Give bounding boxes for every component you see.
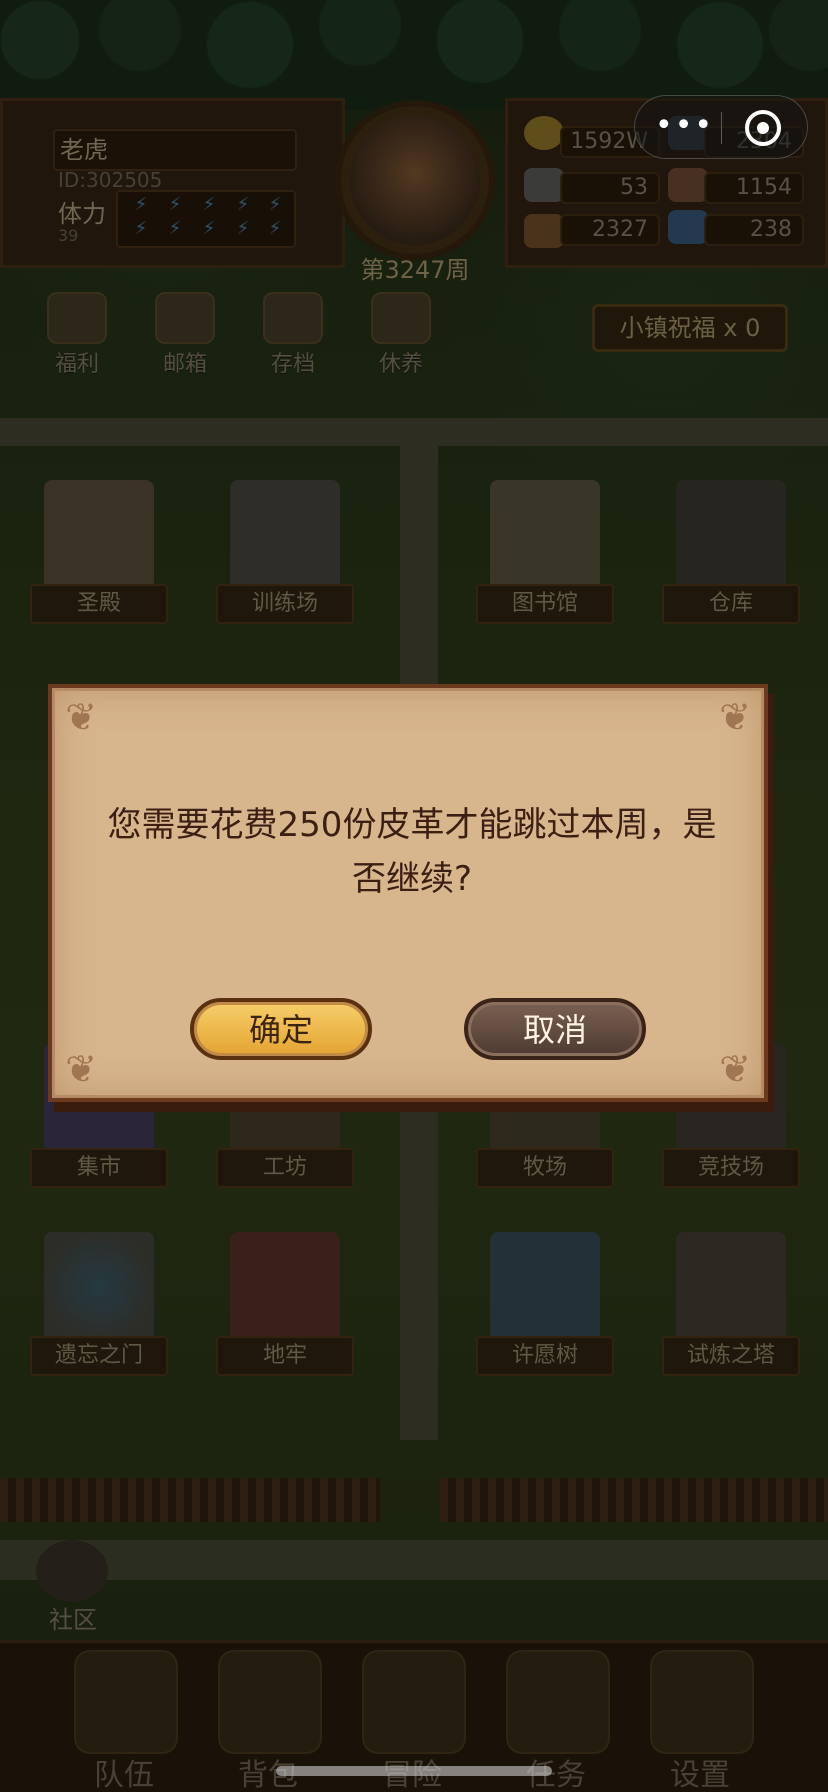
more-icon[interactable]: •••: [655, 110, 712, 146]
skip-week-dialog: ❦ ❦ ❦ ❦ 您需要花费250份皮革才能跳过本周，是否继续? 确定 取消: [48, 684, 768, 1102]
mini-program-capsule: •••: [634, 95, 808, 159]
corner-ornament-icon: ❦: [719, 1047, 751, 1091]
corner-ornament-icon: ❦: [65, 1047, 97, 1091]
corner-ornament-icon: ❦: [719, 695, 751, 739]
dialog-message: 您需要花费250份皮革才能跳过本周，是否继续?: [107, 805, 717, 899]
home-indicator[interactable]: [276, 1766, 552, 1776]
capsule-divider: [721, 112, 722, 144]
cancel-button[interactable]: 取消: [464, 998, 646, 1060]
close-icon[interactable]: [745, 110, 781, 146]
corner-ornament-icon: ❦: [65, 695, 97, 739]
confirm-button[interactable]: 确定: [190, 998, 372, 1060]
